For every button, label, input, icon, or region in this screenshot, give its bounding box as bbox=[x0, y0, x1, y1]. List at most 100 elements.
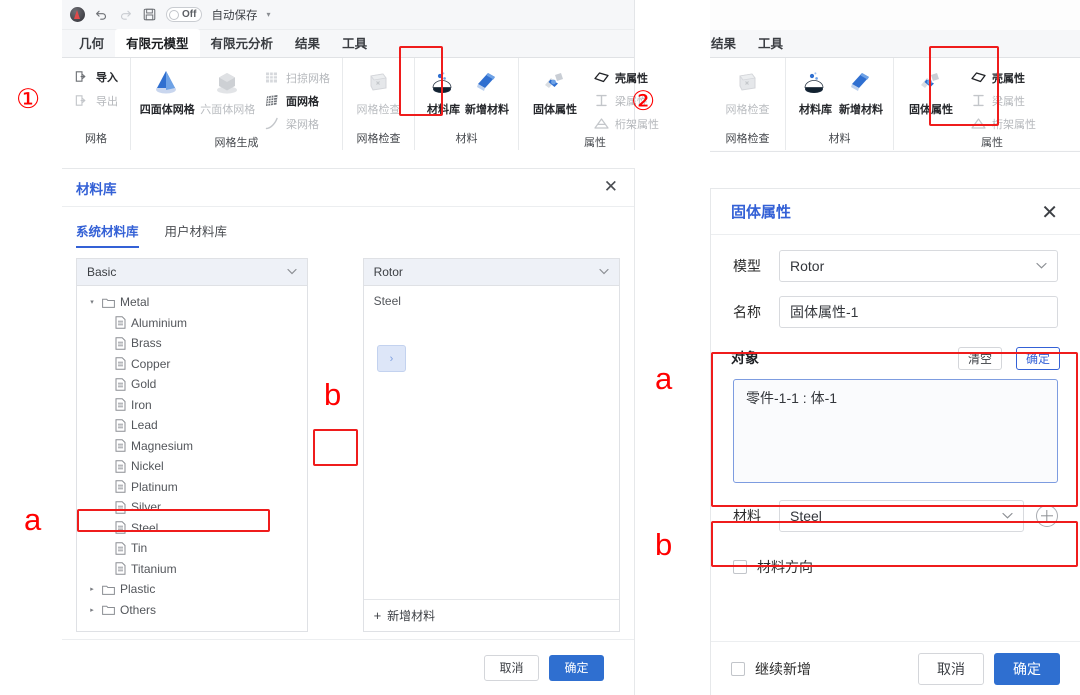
continue-add-checkbox[interactable] bbox=[731, 661, 745, 676]
ribbon-button-shell-property-right[interactable]: 壳属性 bbox=[966, 67, 1040, 88]
twisty-icon[interactable]: ▸ bbox=[87, 585, 97, 593]
tree-item-nickel[interactable]: Nickel bbox=[77, 456, 307, 477]
material-tree[interactable]: ▾ Metal Aluminium Brass Copper Gold Iron… bbox=[77, 286, 307, 631]
ribbon-button-face-mesh[interactable]: 面网格 bbox=[260, 90, 334, 111]
tab-geometry[interactable]: 几何 bbox=[68, 29, 115, 57]
plus-circle-icon[interactable] bbox=[1036, 505, 1058, 527]
chevron-down-icon bbox=[1036, 261, 1047, 272]
ribbon-button-add-material[interactable]: 新增材料 bbox=[464, 64, 510, 117]
list-item[interactable]: Steel bbox=[364, 290, 619, 311]
tree-item-titanium[interactable]: Titanium bbox=[77, 559, 307, 580]
tree-item-label: Iron bbox=[131, 397, 152, 412]
ribbon-button-beam-property-right: 梁属性 bbox=[966, 90, 1040, 111]
name-field-row: 名称 固体属性-1 bbox=[711, 289, 1080, 335]
close-icon[interactable]: ✕ bbox=[1041, 202, 1058, 222]
ribbon-button-solid-property[interactable]: 固体属性 bbox=[527, 64, 583, 117]
system-material-tree-pane: Basic ▾ Metal Aluminium Brass Copper Gol… bbox=[76, 258, 309, 632]
material-direction-checkbox[interactable] bbox=[733, 560, 747, 574]
close-icon[interactable]: ✕ bbox=[604, 179, 618, 196]
material-direction-row[interactable]: 材料方向 bbox=[711, 545, 1080, 589]
assigned-material-list[interactable]: Steel bbox=[364, 286, 619, 599]
confirm-objects-button[interactable]: 确定 bbox=[1015, 346, 1060, 370]
ribbon-group-mesh-check-right: 网格检查 网格检查 bbox=[710, 58, 786, 150]
ribbon-button-shell-property[interactable]: 壳属性 bbox=[589, 67, 663, 88]
object-list-box[interactable]: 零件-1-1 : 体-1 bbox=[733, 379, 1058, 483]
undo-icon[interactable] bbox=[94, 7, 109, 22]
name-input[interactable]: 固体属性-1 bbox=[779, 296, 1058, 328]
add-material-row[interactable]: + 新增材料 bbox=[363, 599, 620, 631]
confirm-button[interactable]: 确定 bbox=[994, 652, 1060, 685]
ribbon-button-material-library[interactable]: 材料库 bbox=[423, 64, 464, 117]
tree-node-plastic[interactable]: ▸ Plastic bbox=[77, 579, 307, 600]
tree-item-iron[interactable]: Iron bbox=[77, 395, 307, 416]
tab-user-material-library[interactable]: 用户材料库 bbox=[165, 221, 228, 248]
solid-property-header: 固体属性 ✕ bbox=[711, 189, 1080, 235]
category-select[interactable]: Basic bbox=[77, 259, 308, 286]
tree-item-gold[interactable]: Gold bbox=[77, 374, 307, 395]
ribbon-button-solid-property-right[interactable]: 固体属性 bbox=[902, 64, 960, 117]
tree-item-brass[interactable]: Brass bbox=[77, 333, 307, 354]
tree-item-lead[interactable]: Lead bbox=[77, 415, 307, 436]
document-icon bbox=[115, 419, 126, 432]
tab-results-right[interactable]: 结果 bbox=[710, 29, 747, 57]
ribbon-group-mesh-title: 网格 bbox=[85, 133, 107, 145]
ribbon-button-face-mesh-label: 面网格 bbox=[286, 95, 319, 108]
material-select[interactable]: Steel bbox=[779, 500, 1024, 532]
tab-system-material-library[interactable]: 系统材料库 bbox=[76, 221, 139, 248]
beam-mesh-icon bbox=[264, 116, 281, 132]
ribbon-button-hexa-mesh-label: 六面体网格 bbox=[200, 104, 256, 116]
tab-fem-analysis[interactable]: 有限元分析 bbox=[200, 29, 285, 57]
export-icon bbox=[74, 93, 91, 109]
model-select[interactable]: Rotor bbox=[779, 250, 1058, 282]
clear-objects-button[interactable]: 清空 bbox=[957, 346, 1002, 370]
ribbon-button-shell-property-right-label: 壳属性 bbox=[992, 72, 1025, 85]
tree-item-aluminium[interactable]: Aluminium bbox=[77, 313, 307, 334]
material-library-tabs: 系统材料库 用户材料库 bbox=[62, 207, 634, 248]
tab-tools-right[interactable]: 工具 bbox=[747, 29, 794, 57]
material-library-header: 材料库 ✕ bbox=[62, 169, 634, 207]
chevron-down-icon[interactable]: ▾ bbox=[266, 10, 270, 19]
ribbon-right-inner: 结果 工具 扫掠网格 面网格 梁网格 bbox=[710, 0, 1080, 150]
confirm-button[interactable]: 确定 bbox=[549, 654, 604, 681]
annotation-label-b-left: b bbox=[324, 377, 342, 412]
twisty-icon[interactable]: ▾ bbox=[87, 298, 97, 306]
material-library-icon bbox=[799, 68, 831, 98]
annotation-label-a-right: a bbox=[655, 361, 673, 396]
ribbon-group-property-title: 属性 bbox=[584, 137, 606, 149]
target-material-pane: Rotor Steel + 新增材料 bbox=[362, 258, 621, 632]
ribbon-tab-bar: 几何 有限元模型 有限元分析 结果 工具 bbox=[62, 29, 634, 58]
tree-item-silver[interactable]: Silver bbox=[77, 497, 307, 518]
ribbon-button-add-material-label: 新增材料 bbox=[464, 104, 509, 116]
tree-node-others[interactable]: ▸ Others bbox=[77, 600, 307, 621]
ribbon-button-hexa-mesh: 六面体网格 bbox=[200, 64, 257, 117]
tab-fem-model[interactable]: 有限元模型 bbox=[115, 29, 200, 57]
ribbon-group-property-right: 固体属性 壳属性 梁属性 桁架属性 属性 bbox=[894, 58, 1080, 150]
tab-tools[interactable]: 工具 bbox=[331, 29, 378, 57]
cancel-button[interactable]: 取消 bbox=[484, 654, 539, 681]
object-list-item[interactable]: 零件-1-1 : 体-1 bbox=[746, 388, 1045, 408]
save-icon[interactable] bbox=[142, 7, 157, 22]
twisty-icon[interactable]: ▸ bbox=[87, 606, 97, 614]
ribbon-button-beam-mesh-label: 梁网格 bbox=[286, 118, 319, 131]
solid-property-dialog: 固体属性 ✕ 模型 Rotor 名称 固体属性-1 对象 清空 确定 零件-1-… bbox=[710, 188, 1080, 695]
model-select[interactable]: Rotor bbox=[363, 259, 620, 286]
ribbon-button-material-library-right[interactable]: 材料库 bbox=[794, 64, 837, 117]
tree-item-platinum[interactable]: Platinum bbox=[77, 477, 307, 498]
solid-property-icon bbox=[915, 68, 947, 98]
ribbon-button-import[interactable]: 导入 bbox=[70, 66, 122, 87]
cancel-button[interactable]: 取消 bbox=[918, 652, 984, 685]
tree-item-copper[interactable]: Copper bbox=[77, 354, 307, 375]
transfer-right-button[interactable]: › bbox=[377, 345, 406, 372]
ribbon-button-add-material-right[interactable]: 新增材料 bbox=[837, 64, 885, 117]
tree-node-metal[interactable]: ▾ Metal bbox=[77, 292, 307, 313]
tree-item-steel[interactable]: Steel bbox=[77, 518, 307, 539]
material-library-title: 材料库 bbox=[76, 181, 117, 197]
ribbon-button-mesh-check: 网格检查 bbox=[351, 64, 406, 117]
tree-item-magnesium[interactable]: Magnesium bbox=[77, 436, 307, 457]
ribbon-button-tetra-mesh[interactable]: 四面体网格 bbox=[139, 64, 196, 117]
tab-results[interactable]: 结果 bbox=[284, 29, 331, 57]
autosave-toggle[interactable]: Off bbox=[166, 7, 203, 22]
tree-item-tin[interactable]: Tin bbox=[77, 538, 307, 559]
ribbon-group-material: 材料库 新增材料 材料 bbox=[415, 58, 519, 150]
app-logo-icon[interactable] bbox=[70, 7, 85, 22]
